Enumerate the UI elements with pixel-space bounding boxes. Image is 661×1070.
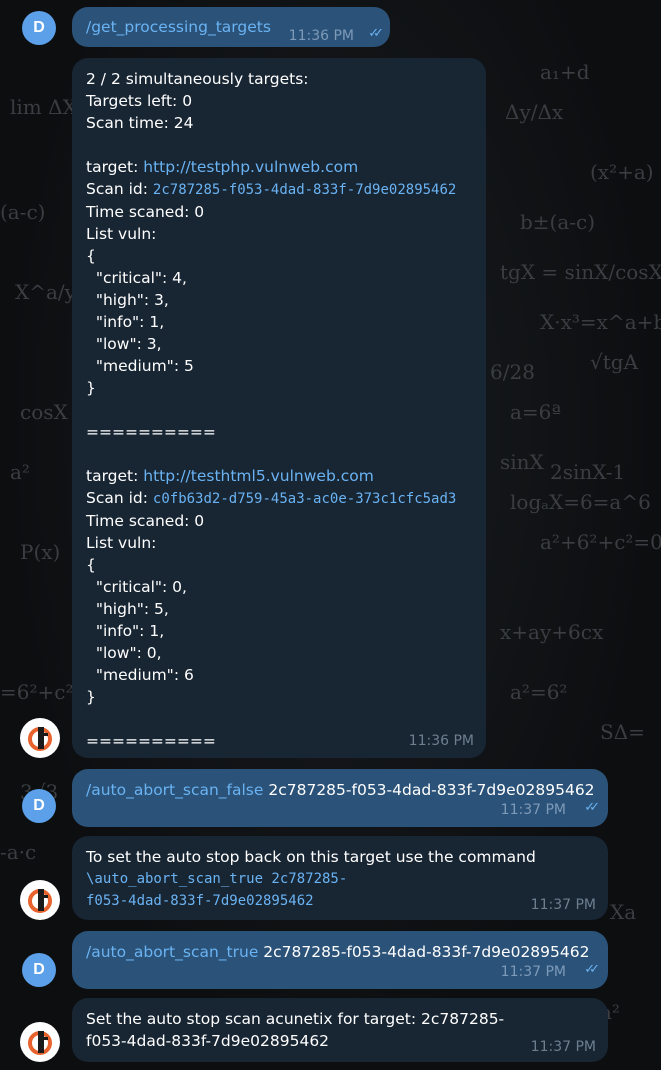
time-scanned-line: Time scaned: 0 <box>86 512 205 530</box>
json-line: "high": 5, <box>86 600 169 618</box>
json-line: "medium": 5 <box>86 357 194 375</box>
scan-id-line: Scan id: 2c787285-f053-4dad-833f-7d9e028… <box>86 180 457 198</box>
json-line: "info": 1, <box>86 313 165 331</box>
avatar-initial: D <box>33 797 45 814</box>
header-line: Targets left: 0 <box>86 92 193 110</box>
read-check-icon: ✓✓ <box>584 962 600 977</box>
message-bubble-incoming[interactable]: To set the auto stop back on this target… <box>72 836 608 920</box>
message-text: Set the auto stop scan acunetix for targ… <box>86 1010 505 1028</box>
message-bubble-outgoing[interactable]: /auto_abort_scan_true 2c787285-f053-4dad… <box>72 931 608 989</box>
message-bubble-incoming[interactable]: 2 / 2 simultaneously targets: Targets le… <box>72 58 486 758</box>
user-avatar[interactable]: D <box>22 953 56 987</box>
command-link[interactable]: /auto_abort_scan_false <box>86 781 263 799</box>
bot-logo-icon <box>28 889 52 913</box>
scan-id-line: Scan id: c0fb63d2-d759-45a3-ac0e-373c1cf… <box>86 489 457 507</box>
scan-id-code[interactable]: 2c787285-f053-4dad-833f-7d9e02895462 <box>153 182 456 198</box>
header-line: 2 / 2 simultaneously targets: <box>86 70 309 88</box>
user-avatar[interactable]: D <box>22 789 56 823</box>
json-line: "high": 3, <box>86 291 169 309</box>
message-time: 11:36 PM <box>288 28 354 44</box>
message-time: 11:37 PM <box>500 964 566 980</box>
message-time: 11:37 PM <box>530 1039 596 1055</box>
message-bubble-incoming[interactable]: Set the auto stop scan acunetix for targ… <box>72 998 608 1062</box>
bot-avatar[interactable] <box>20 880 60 920</box>
json-line: { <box>86 556 96 574</box>
target-url-link[interactable]: http://testhtml5.vulnweb.com <box>143 467 374 485</box>
avatar-initial: D <box>33 19 45 36</box>
read-check-icon: ✓✓ <box>368 26 384 41</box>
json-line: } <box>86 688 96 706</box>
command-code[interactable]: f053-4dad-833f-7d9e02895462 <box>86 890 594 912</box>
message-bubble-outgoing[interactable]: /auto_abort_scan_false 2c787285-f053-4da… <box>72 769 608 827</box>
json-line: "medium": 6 <box>86 666 194 684</box>
json-line: "info": 1, <box>86 622 165 640</box>
bot-logo-icon <box>28 727 52 751</box>
separator-line: ========== <box>86 423 216 441</box>
scan-id-code[interactable]: c0fb63d2-d759-45a3-ac0e-373c1cfc5ad3 <box>153 491 456 507</box>
message-time: 11:36 PM <box>408 733 474 749</box>
json-line: "critical": 4, <box>86 269 187 287</box>
time-scanned-line: Time scaned: 0 <box>86 203 205 221</box>
command-argument: 2c787285-f053-4dad-833f-7d9e02895462 <box>263 781 595 799</box>
read-check-icon: ✓✓ <box>584 800 600 815</box>
message-time: 11:37 PM <box>500 802 566 818</box>
json-line: "critical": 0, <box>86 578 187 596</box>
target-line: target: http://testphp.vulnweb.com <box>86 158 359 176</box>
user-avatar[interactable]: D <box>22 11 56 45</box>
command-argument: 2c787285-f053-4dad-833f-7d9e02895462 <box>258 943 590 961</box>
header-line: Scan time: 24 <box>86 114 194 132</box>
command-code[interactable]: \auto_abort_scan_true 2c787285- <box>86 868 594 890</box>
json-line: } <box>86 379 96 397</box>
bot-avatar[interactable] <box>20 1022 60 1062</box>
message-bubble-outgoing[interactable]: /get_processing_targets 11:36 PM ✓✓ <box>72 7 390 47</box>
bot-logo-icon <box>28 1031 52 1055</box>
list-vuln-line: List vuln: <box>86 534 157 552</box>
target-line: target: http://testhtml5.vulnweb.com <box>86 467 374 485</box>
json-line: { <box>86 247 96 265</box>
message-text: f053-4dad-833f-7d9e02895462 <box>86 1032 330 1050</box>
target-url-link[interactable]: http://testphp.vulnweb.com <box>143 158 358 176</box>
command-link[interactable]: /get_processing_targets <box>86 18 271 36</box>
avatar-initial: D <box>33 961 45 978</box>
bot-avatar[interactable] <box>20 718 60 758</box>
command-link[interactable]: /auto_abort_scan_true <box>86 943 258 961</box>
json-line: "low": 0, <box>86 644 162 662</box>
json-line: "low": 3, <box>86 335 162 353</box>
list-vuln-line: List vuln: <box>86 225 157 243</box>
message-text: To set the auto stop back on this target… <box>86 848 536 866</box>
message-time: 11:37 PM <box>530 897 596 913</box>
